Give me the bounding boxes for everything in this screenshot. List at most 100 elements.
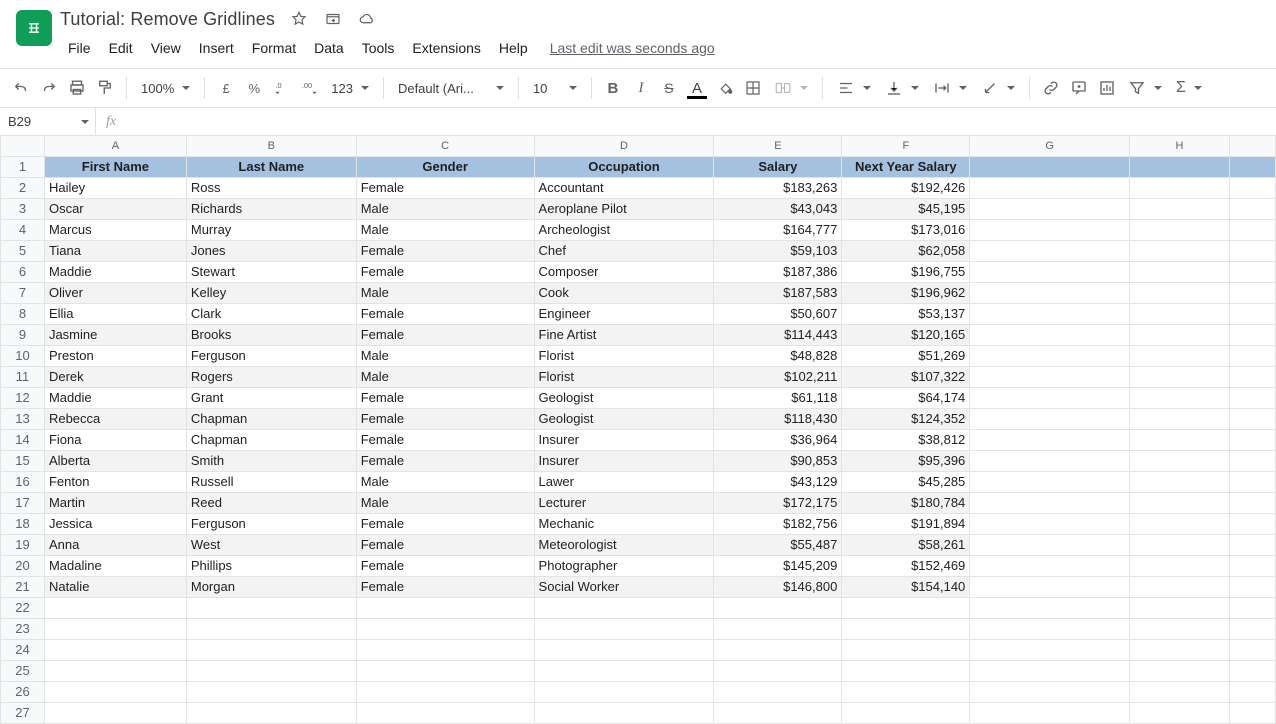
cell[interactable]: $50,607 (714, 303, 842, 324)
cell[interactable] (186, 618, 356, 639)
column-header[interactable]: F (842, 136, 970, 156)
cell[interactable]: Natalie (44, 576, 186, 597)
cell[interactable]: $192,426 (842, 177, 970, 198)
row-header[interactable]: 23 (1, 618, 45, 639)
cell[interactable]: Female (356, 555, 534, 576)
cell[interactable]: Male (356, 198, 534, 219)
cell[interactable]: $191,894 (842, 513, 970, 534)
cell[interactable] (970, 408, 1130, 429)
cell[interactable] (1229, 555, 1275, 576)
cell[interactable]: Reed (186, 492, 356, 513)
cell[interactable] (1130, 345, 1230, 366)
cell[interactable]: Tiana (44, 240, 186, 261)
cell[interactable] (714, 702, 842, 723)
cell[interactable] (186, 660, 356, 681)
cell[interactable] (1229, 408, 1275, 429)
cell[interactable] (1229, 471, 1275, 492)
cell[interactable]: Female (356, 513, 534, 534)
header-cell[interactable] (1130, 156, 1230, 177)
cell[interactable] (970, 513, 1130, 534)
cell[interactable] (970, 702, 1130, 723)
cell[interactable] (1229, 219, 1275, 240)
last-edit-link[interactable]: Last edit was seconds ago (550, 40, 715, 56)
redo-button[interactable] (36, 75, 62, 101)
cell[interactable]: Female (356, 408, 534, 429)
cell[interactable] (1229, 387, 1275, 408)
cell[interactable] (1229, 597, 1275, 618)
cell[interactable]: Jasmine (44, 324, 186, 345)
cell[interactable]: Anna (44, 534, 186, 555)
row-header[interactable]: 8 (1, 303, 45, 324)
cell[interactable] (186, 681, 356, 702)
row-header[interactable]: 25 (1, 660, 45, 681)
cell[interactable]: Grant (186, 387, 356, 408)
cell[interactable]: Male (356, 471, 534, 492)
cell[interactable] (1229, 282, 1275, 303)
cell[interactable] (842, 660, 970, 681)
cell[interactable]: $48,828 (714, 345, 842, 366)
cell[interactable] (842, 618, 970, 639)
menu-tools[interactable]: Tools (354, 36, 403, 60)
paint-format-button[interactable] (92, 75, 118, 101)
cell[interactable] (1130, 450, 1230, 471)
cell[interactable]: Murray (186, 219, 356, 240)
cell[interactable] (534, 618, 714, 639)
header-cell[interactable]: Gender (356, 156, 534, 177)
cell[interactable]: $182,756 (714, 513, 842, 534)
cell[interactable]: Geologist (534, 387, 714, 408)
cell[interactable] (44, 681, 186, 702)
cell[interactable] (842, 597, 970, 618)
cell[interactable]: Richards (186, 198, 356, 219)
cell[interactable] (1130, 681, 1230, 702)
column-header[interactable]: B (186, 136, 356, 156)
cell[interactable]: Rebecca (44, 408, 186, 429)
cell[interactable] (1130, 555, 1230, 576)
cell[interactable] (1130, 702, 1230, 723)
cell[interactable] (1130, 366, 1230, 387)
cell[interactable]: Lawer (534, 471, 714, 492)
cell[interactable]: Meteorologist (534, 534, 714, 555)
more-formats-dropdown[interactable]: 123 (325, 75, 375, 101)
cell[interactable] (842, 639, 970, 660)
cell[interactable]: $173,016 (842, 219, 970, 240)
cell[interactable] (1130, 219, 1230, 240)
cell[interactable]: $43,043 (714, 198, 842, 219)
cell[interactable]: $152,469 (842, 555, 970, 576)
bold-button[interactable]: B (600, 75, 626, 101)
fill-color-button[interactable] (712, 75, 738, 101)
cell[interactable]: Archeologist (534, 219, 714, 240)
row-header[interactable]: 22 (1, 597, 45, 618)
borders-button[interactable] (740, 75, 766, 101)
cell[interactable]: Russell (186, 471, 356, 492)
menu-insert[interactable]: Insert (191, 36, 242, 60)
cell[interactable] (1229, 324, 1275, 345)
cell[interactable]: $53,137 (842, 303, 970, 324)
cell[interactable] (842, 702, 970, 723)
cell[interactable]: $90,853 (714, 450, 842, 471)
cell[interactable] (970, 576, 1130, 597)
cell[interactable]: Ross (186, 177, 356, 198)
cell[interactable] (1130, 282, 1230, 303)
row-header[interactable]: 26 (1, 681, 45, 702)
cell[interactable]: Engineer (534, 303, 714, 324)
cell[interactable]: $114,443 (714, 324, 842, 345)
cell[interactable]: Female (356, 303, 534, 324)
row-header[interactable]: 12 (1, 387, 45, 408)
cell[interactable]: Jones (186, 240, 356, 261)
column-header[interactable]: H (1130, 136, 1230, 156)
cell[interactable]: Male (356, 492, 534, 513)
menu-help[interactable]: Help (491, 36, 536, 60)
cell[interactable]: Female (356, 534, 534, 555)
format-currency-button[interactable]: £ (213, 75, 239, 101)
row-header[interactable]: 2 (1, 177, 45, 198)
cell[interactable] (356, 618, 534, 639)
cell[interactable] (1130, 324, 1230, 345)
cell[interactable] (534, 702, 714, 723)
increase-decimal-button[interactable]: .00 (297, 75, 323, 101)
cell[interactable] (1130, 513, 1230, 534)
cell[interactable] (1130, 261, 1230, 282)
cell[interactable]: Chapman (186, 408, 356, 429)
cell[interactable] (714, 660, 842, 681)
cell[interactable]: Hailey (44, 177, 186, 198)
cell[interactable]: Female (356, 240, 534, 261)
